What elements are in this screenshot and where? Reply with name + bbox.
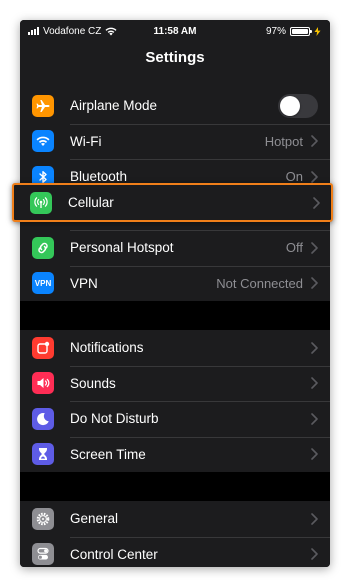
settings-row-cellular-highlighted[interactable]: Cellular bbox=[12, 183, 333, 222]
moon-icon bbox=[32, 407, 54, 430]
carrier-name: Vodafone CZ bbox=[43, 25, 102, 37]
row-value: On bbox=[285, 169, 303, 185]
settings-row-notifications[interactable]: Notifications bbox=[20, 330, 330, 366]
row-label: Sounds bbox=[70, 375, 116, 391]
chevron-right-icon bbox=[311, 448, 318, 461]
row-value: Off bbox=[285, 240, 303, 256]
charging-bolt-icon bbox=[314, 26, 321, 36]
toggles-icon bbox=[32, 543, 54, 566]
row-label: Bluetooth bbox=[70, 169, 128, 185]
chevron-right-icon bbox=[311, 341, 318, 354]
row-label: Cellular bbox=[68, 195, 114, 210]
airplane-icon bbox=[32, 94, 54, 117]
battery-percent: 97% bbox=[265, 25, 286, 37]
vpn-icon: VPN bbox=[32, 272, 54, 295]
cellular-antenna-icon bbox=[30, 191, 52, 214]
settings-row-personal-hotspot[interactable]: Personal Hotspot Off bbox=[20, 230, 330, 266]
chevron-right-icon bbox=[311, 277, 318, 290]
settings-row-do-not-disturb[interactable]: Do Not Disturb bbox=[20, 401, 330, 437]
row-label: General bbox=[70, 511, 119, 527]
settings-row-airplane-mode[interactable]: Airplane Mode bbox=[20, 88, 330, 124]
settings-row-vpn[interactable]: VPN VPN Not Connected bbox=[20, 265, 330, 302]
row-label: Airplane Mode bbox=[70, 98, 158, 114]
chevron-right-icon bbox=[311, 412, 318, 425]
row-label: Do Not Disturb bbox=[70, 411, 159, 427]
chevron-right-icon bbox=[311, 377, 318, 390]
chevron-right-icon bbox=[311, 512, 318, 525]
settings-row-wi-fi[interactable]: Wi-Fi Hotpot bbox=[20, 123, 330, 160]
chevron-right-icon bbox=[311, 135, 318, 148]
hourglass-icon bbox=[32, 443, 54, 466]
phone-screen: Vodafone CZ 11:58 AM 97% Settings Airpla… bbox=[20, 20, 330, 567]
page-title: Settings bbox=[20, 42, 330, 88]
row-value: Not Connected bbox=[216, 275, 303, 291]
chevron-right-icon bbox=[313, 196, 320, 209]
chevron-right-icon bbox=[311, 170, 318, 183]
row-label: Control Center bbox=[70, 546, 158, 562]
airplane-mode-toggle[interactable] bbox=[278, 93, 318, 118]
chevron-right-icon bbox=[311, 548, 318, 561]
row-label: Screen Time bbox=[70, 446, 146, 462]
row-label: Notifications bbox=[70, 340, 144, 356]
toggle-knob bbox=[280, 95, 300, 116]
hotspot-link-icon bbox=[32, 236, 54, 259]
row-label: Personal Hotspot bbox=[70, 240, 174, 256]
settings-row-control-center[interactable]: Control Center bbox=[20, 536, 330, 568]
settings-row-sounds[interactable]: Sounds bbox=[20, 365, 330, 402]
status-bar: Vodafone CZ 11:58 AM 97% bbox=[20, 20, 330, 42]
section-separator bbox=[20, 472, 330, 501]
vpn-icon-text: VPN bbox=[34, 278, 52, 288]
settings-list: Airplane Mode Wi-Fi Hotpot Bluetooth On Cellu… bbox=[20, 88, 330, 567]
notifications-icon bbox=[32, 336, 54, 359]
settings-group: General Control Center bbox=[20, 501, 330, 567]
section-separator bbox=[20, 301, 330, 330]
wifi-icon bbox=[32, 130, 54, 153]
wifi-status-icon bbox=[105, 27, 117, 35]
gear-icon bbox=[32, 507, 54, 530]
row-value: Hotpot bbox=[264, 133, 303, 149]
settings-group: Notifications Sounds Do Not Disturb Screen … bbox=[20, 330, 330, 472]
cellular-signal-icon bbox=[28, 27, 39, 35]
battery-icon bbox=[290, 26, 312, 36]
chevron-right-icon bbox=[311, 241, 318, 254]
row-label: Wi-Fi bbox=[70, 133, 102, 149]
settings-row-general[interactable]: General bbox=[20, 501, 330, 537]
settings-row-screen-time[interactable]: Screen Time bbox=[20, 436, 330, 473]
speaker-icon bbox=[32, 372, 54, 395]
row-label: VPN bbox=[70, 275, 98, 291]
